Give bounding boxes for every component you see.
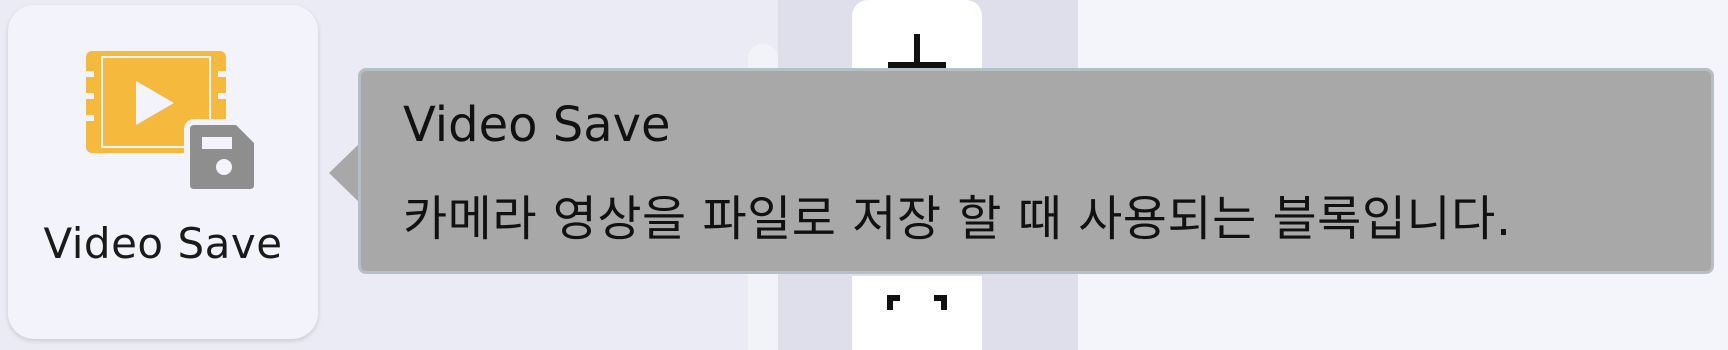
video-save-block[interactable]: Video Save [8, 5, 318, 339]
tooltip-description: 카메라 영상을 파일로 저장 할 때 사용되는 블록입니다. [403, 191, 1512, 247]
block-label: Video Save [43, 219, 283, 268]
tooltip: Video Save 카메라 영상을 파일로 저장 할 때 사용되는 블록입니다… [358, 68, 1714, 274]
tooltip-arrow [329, 142, 361, 204]
video-save-icon [84, 51, 260, 193]
crop-frame-icon [887, 295, 947, 310]
tooltip-title: Video Save [403, 97, 671, 153]
crop-tool-button[interactable] [852, 276, 982, 350]
